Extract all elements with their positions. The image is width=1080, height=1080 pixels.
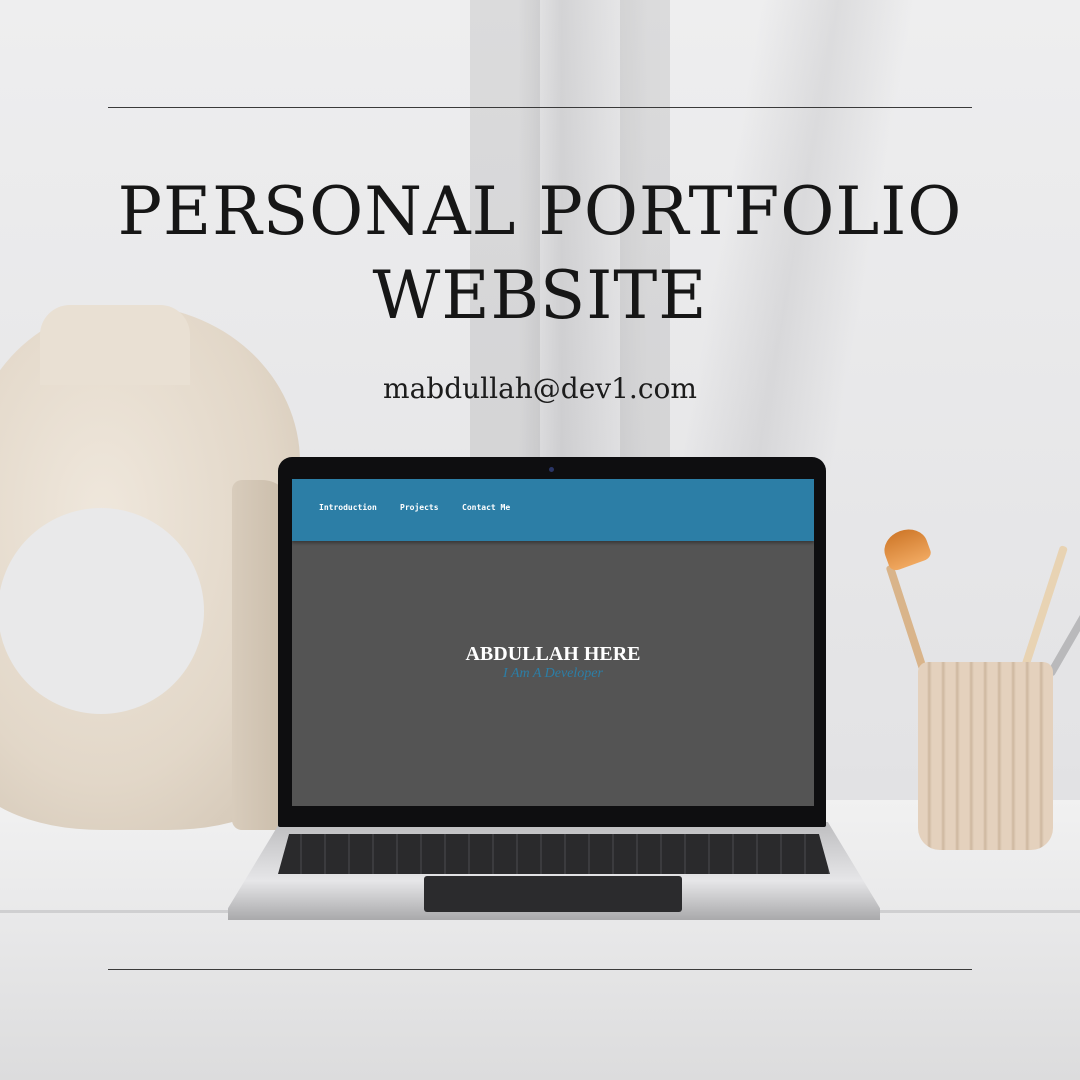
bottom-divider <box>108 969 972 970</box>
laptop-trackpad <box>424 876 682 912</box>
site-navbar: Introduction Projects Contact Me <box>292 479 814 541</box>
website-preview: Introduction Projects Contact Me ABDULLA… <box>292 479 814 806</box>
ribbed-cup <box>918 662 1053 850</box>
hero-subtitle: I Am A Developer <box>503 666 603 681</box>
nav-projects[interactable]: Projects <box>400 503 439 512</box>
hero-heading: ABDULLAH HERE <box>465 643 641 665</box>
camera-icon <box>549 467 554 472</box>
nav-introduction[interactable]: Introduction <box>319 503 377 512</box>
vase-neck <box>40 305 190 385</box>
top-divider <box>108 107 972 108</box>
nav-contact-me[interactable]: Contact Me <box>462 503 510 512</box>
poster-title-line-1: PERSONAL PORTFOLIO <box>117 173 963 250</box>
laptop-keyboard <box>278 834 830 874</box>
vase-opening <box>0 508 204 714</box>
